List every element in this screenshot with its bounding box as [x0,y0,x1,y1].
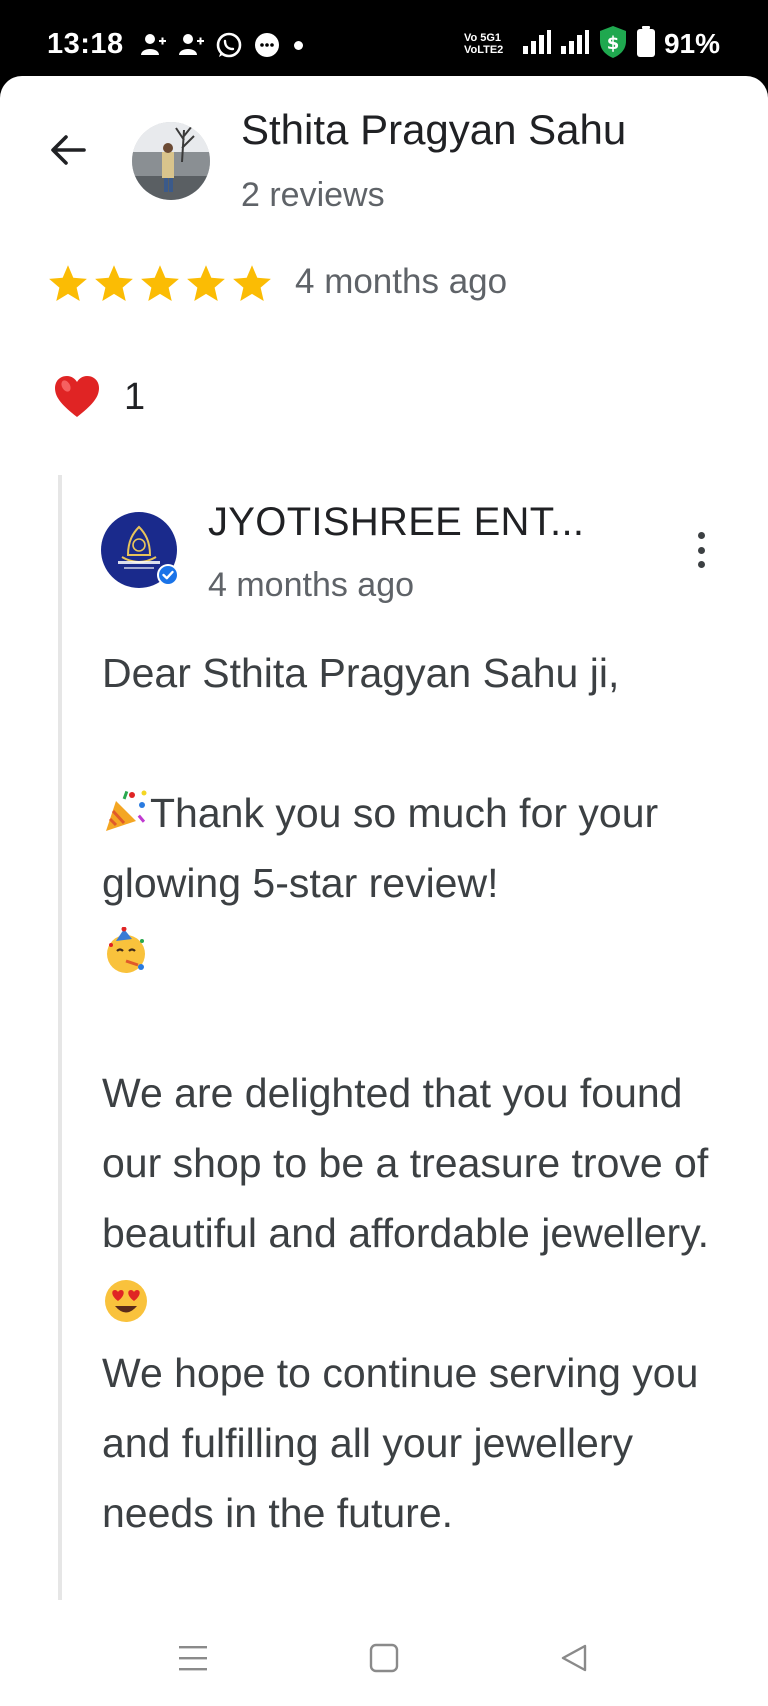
star-icon [95,265,133,302]
like-count: 1 [124,376,146,418]
back-button[interactable] [40,122,96,178]
star-icon [187,265,225,302]
reviewer-review-count: 2 reviews [241,176,385,214]
arrow-left-icon [51,135,86,165]
svg-text:$: $ [607,33,620,54]
person-add-icon [176,30,206,60]
status-time: 13:18 [47,28,124,60]
owner-name[interactable]: JYOTISHREE ENT... [208,500,584,545]
party-popper-icon [106,790,147,831]
whatsapp-icon [214,30,244,60]
more-vert-icon [697,532,705,539]
partying-face-icon [107,927,145,973]
signal-icon [522,29,552,60]
star-icon [141,265,179,302]
like-button[interactable] [52,372,102,422]
chat-bubble-icon [252,30,282,60]
signal-icon [560,29,590,60]
heart-icon [55,376,99,417]
review-time: 4 months ago [295,262,508,301]
more-options-button[interactable] [683,528,719,572]
reply-divider [58,475,62,1600]
reviewer-name[interactable]: Sthita Pragyan Sahu [241,106,626,154]
status-bar: 13:18 Vo 5G1 VoLTE2 $ 91% [0,0,768,80]
star-icon [49,265,87,302]
heart-eyes-icon [105,1280,147,1322]
reviewer-avatar[interactable] [132,122,210,200]
navigation-bar [0,1610,768,1706]
battery-percent: 91% [663,28,720,59]
network-type: Vo 5G1 VoLTE2 [463,32,504,56]
star-icon [233,265,271,302]
reply-thanks: Thank you so much for your glowing 5-sta… [102,778,742,988]
more-notifications-dot [294,40,303,50]
notification-icons [138,28,303,62]
square-icon [369,1643,399,1673]
owner-avatar[interactable] [100,511,180,591]
status-right: Vo 5G1 VoLTE2 $ 91% [463,25,720,64]
recent-apps-button[interactable] [163,1630,223,1686]
reply-greeting: Dear Sthita Pragyan Sahu ji, [102,650,620,696]
person-add-icon [138,30,168,60]
home-button[interactable] [354,1630,414,1686]
triangle-back-icon [561,1644,587,1672]
menu-icon [179,1646,207,1671]
money-shield-icon: $ [598,25,628,64]
reply-body: We are delighted that you found our shop… [102,1070,710,1536]
system-back-button[interactable] [544,1630,604,1686]
reply-text: Dear Sthita Pragyan Sahu ji, Thank you s… [102,638,742,1548]
battery-icon [636,25,656,63]
star-rating [46,262,274,306]
reply-time: 4 months ago [208,566,415,604]
